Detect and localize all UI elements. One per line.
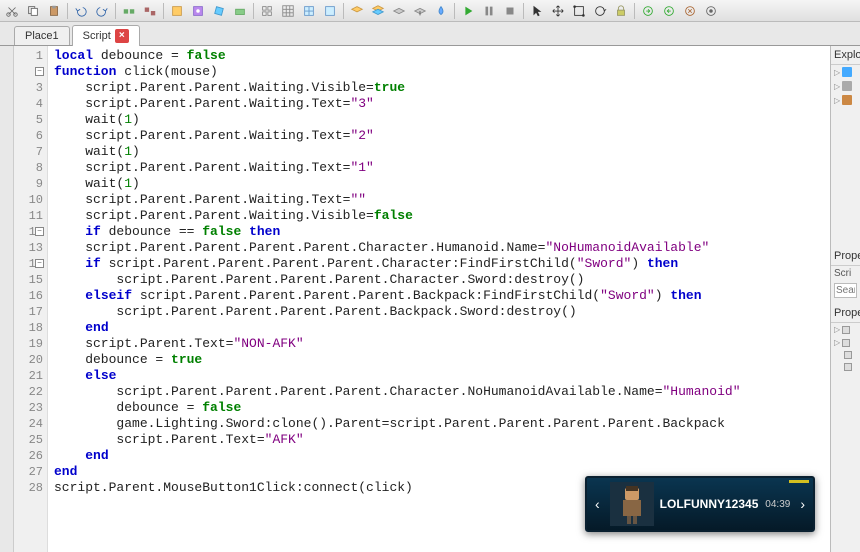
code-line[interactable]: script.Parent.Parent.Waiting.Text=""	[54, 192, 824, 208]
code-line[interactable]: local debounce = false	[54, 48, 824, 64]
tab-label: Script	[83, 30, 111, 42]
toolbar	[0, 0, 860, 22]
code-line[interactable]: script.Parent.Parent.Waiting.Text="3"	[54, 96, 824, 112]
prop-row[interactable]: ▷	[831, 336, 860, 349]
code-line[interactable]: function click(mouse)	[54, 64, 824, 80]
code-line[interactable]: script.Parent.Parent.Parent.Parent.Chara…	[54, 272, 824, 288]
code-line[interactable]: end	[54, 448, 824, 464]
code-line[interactable]: debounce = false	[54, 400, 824, 416]
tool-rotate-icon[interactable]	[209, 2, 229, 20]
tool-cut-icon[interactable]	[2, 2, 22, 20]
tool-paste-icon[interactable]	[44, 2, 64, 20]
prop-row[interactable]: ▷	[831, 323, 860, 336]
avatar	[610, 482, 654, 526]
go2-icon[interactable]	[659, 2, 679, 20]
properties-scri: Scri	[831, 266, 860, 281]
tool-group-icon[interactable]	[119, 2, 139, 20]
tool-layer3-icon[interactable]	[389, 2, 409, 20]
code-line[interactable]: script.Parent.Text="NON-AFK"	[54, 336, 824, 352]
notification-username: LOLFUNNY12345	[660, 497, 766, 511]
code-line[interactable]: wait(1)	[54, 176, 824, 192]
tool-grid2-icon[interactable]	[278, 2, 298, 20]
code-line[interactable]: if script.Parent.Parent.Parent.Parent.Ch…	[54, 256, 824, 272]
tool-ungroup-icon[interactable]	[140, 2, 160, 20]
properties-search[interactable]	[834, 283, 857, 298]
tool-redo-icon[interactable]	[92, 2, 112, 20]
code-line[interactable]: script.Parent.Text="AFK"	[54, 432, 824, 448]
code-line[interactable]: script.Parent.Parent.Waiting.Visible=tru…	[54, 80, 824, 96]
rotate-tool-icon[interactable]	[590, 2, 610, 20]
properties-panel-title2: Prope	[831, 304, 860, 323]
tab-script[interactable]: Script ×	[72, 25, 140, 46]
tool-anchor2-icon[interactable]	[188, 2, 208, 20]
tool-layer4-icon[interactable]	[410, 2, 430, 20]
next-icon[interactable]: ›	[796, 496, 809, 512]
explorer-item[interactable]: ▷	[831, 93, 860, 107]
side-panels: Explor ▷ ▷ ▷ Prope Scri Prope ▷ ▷	[830, 46, 860, 552]
tabbar: Place1 Script ×	[0, 22, 860, 46]
explorer-panel-title: Explor	[831, 46, 860, 65]
prev-icon[interactable]: ‹	[591, 496, 604, 512]
tab-label: Place1	[25, 30, 59, 42]
code-line[interactable]: script.Parent.Parent.Parent.Parent.Chara…	[54, 240, 824, 256]
code-line[interactable]: script.Parent.Parent.Waiting.Text="1"	[54, 160, 824, 176]
prop-row[interactable]	[831, 361, 860, 373]
scale-icon[interactable]	[569, 2, 589, 20]
tool-copy-icon[interactable]	[23, 2, 43, 20]
tool-grid1-icon[interactable]	[257, 2, 277, 20]
code-line[interactable]: if debounce == false then	[54, 224, 824, 240]
code-line[interactable]: script.Parent.Parent.Waiting.Visible=fal…	[54, 208, 824, 224]
line-gutter: 12−3456789101112−1314−151617181920212223…	[14, 46, 48, 552]
code-line[interactable]: else	[54, 368, 824, 384]
code-line[interactable]: elseif script.Parent.Parent.Parent.Paren…	[54, 288, 824, 304]
fold-icon[interactable]: −	[35, 259, 44, 268]
go4-icon[interactable]	[701, 2, 721, 20]
properties-panel-title: Prope	[831, 247, 860, 266]
friend-notification[interactable]: ‹ LOLFUNNY12345 04:39 ›	[585, 476, 815, 532]
explorer-item[interactable]: ▷	[831, 79, 860, 93]
play-icon[interactable]	[458, 2, 478, 20]
go3-icon[interactable]	[680, 2, 700, 20]
code-line[interactable]: wait(1)	[54, 112, 824, 128]
tool-anchor-icon[interactable]	[167, 2, 187, 20]
move-icon[interactable]	[548, 2, 568, 20]
code-line[interactable]: game.Lighting.Sword:clone().Parent=scrip…	[54, 416, 824, 432]
left-margin	[0, 46, 14, 552]
explorer-item[interactable]: ▷	[831, 65, 860, 79]
tool-undo-icon[interactable]	[71, 2, 91, 20]
tool-smooth-icon[interactable]	[230, 2, 250, 20]
code-line[interactable]: end	[54, 320, 824, 336]
prop-row[interactable]	[831, 349, 860, 361]
code-line[interactable]: script.Parent.Parent.Parent.Parent.Backp…	[54, 304, 824, 320]
tool-grid4-icon[interactable]	[320, 2, 340, 20]
close-icon[interactable]: ×	[115, 29, 129, 43]
code-line[interactable]: wait(1)	[54, 144, 824, 160]
tool-drop-icon[interactable]	[431, 2, 451, 20]
lock-icon[interactable]	[611, 2, 631, 20]
tab-place1[interactable]: Place1	[14, 26, 70, 45]
notification-time: 04:39	[765, 499, 790, 510]
fold-icon[interactable]: −	[35, 67, 44, 76]
tool-layer2-icon[interactable]	[368, 2, 388, 20]
tool-layer1-icon[interactable]	[347, 2, 367, 20]
tool-grid3-icon[interactable]	[299, 2, 319, 20]
code-line[interactable]: debounce = true	[54, 352, 824, 368]
notification-highlight	[789, 480, 809, 483]
fold-icon[interactable]: −	[35, 227, 44, 236]
cursor-icon[interactable]	[527, 2, 547, 20]
code-line[interactable]: script.Parent.Parent.Parent.Parent.Chara…	[54, 384, 824, 400]
code-line[interactable]: script.Parent.Parent.Waiting.Text="2"	[54, 128, 824, 144]
pause-icon[interactable]	[479, 2, 499, 20]
stop-icon[interactable]	[500, 2, 520, 20]
go1-icon[interactable]	[638, 2, 658, 20]
